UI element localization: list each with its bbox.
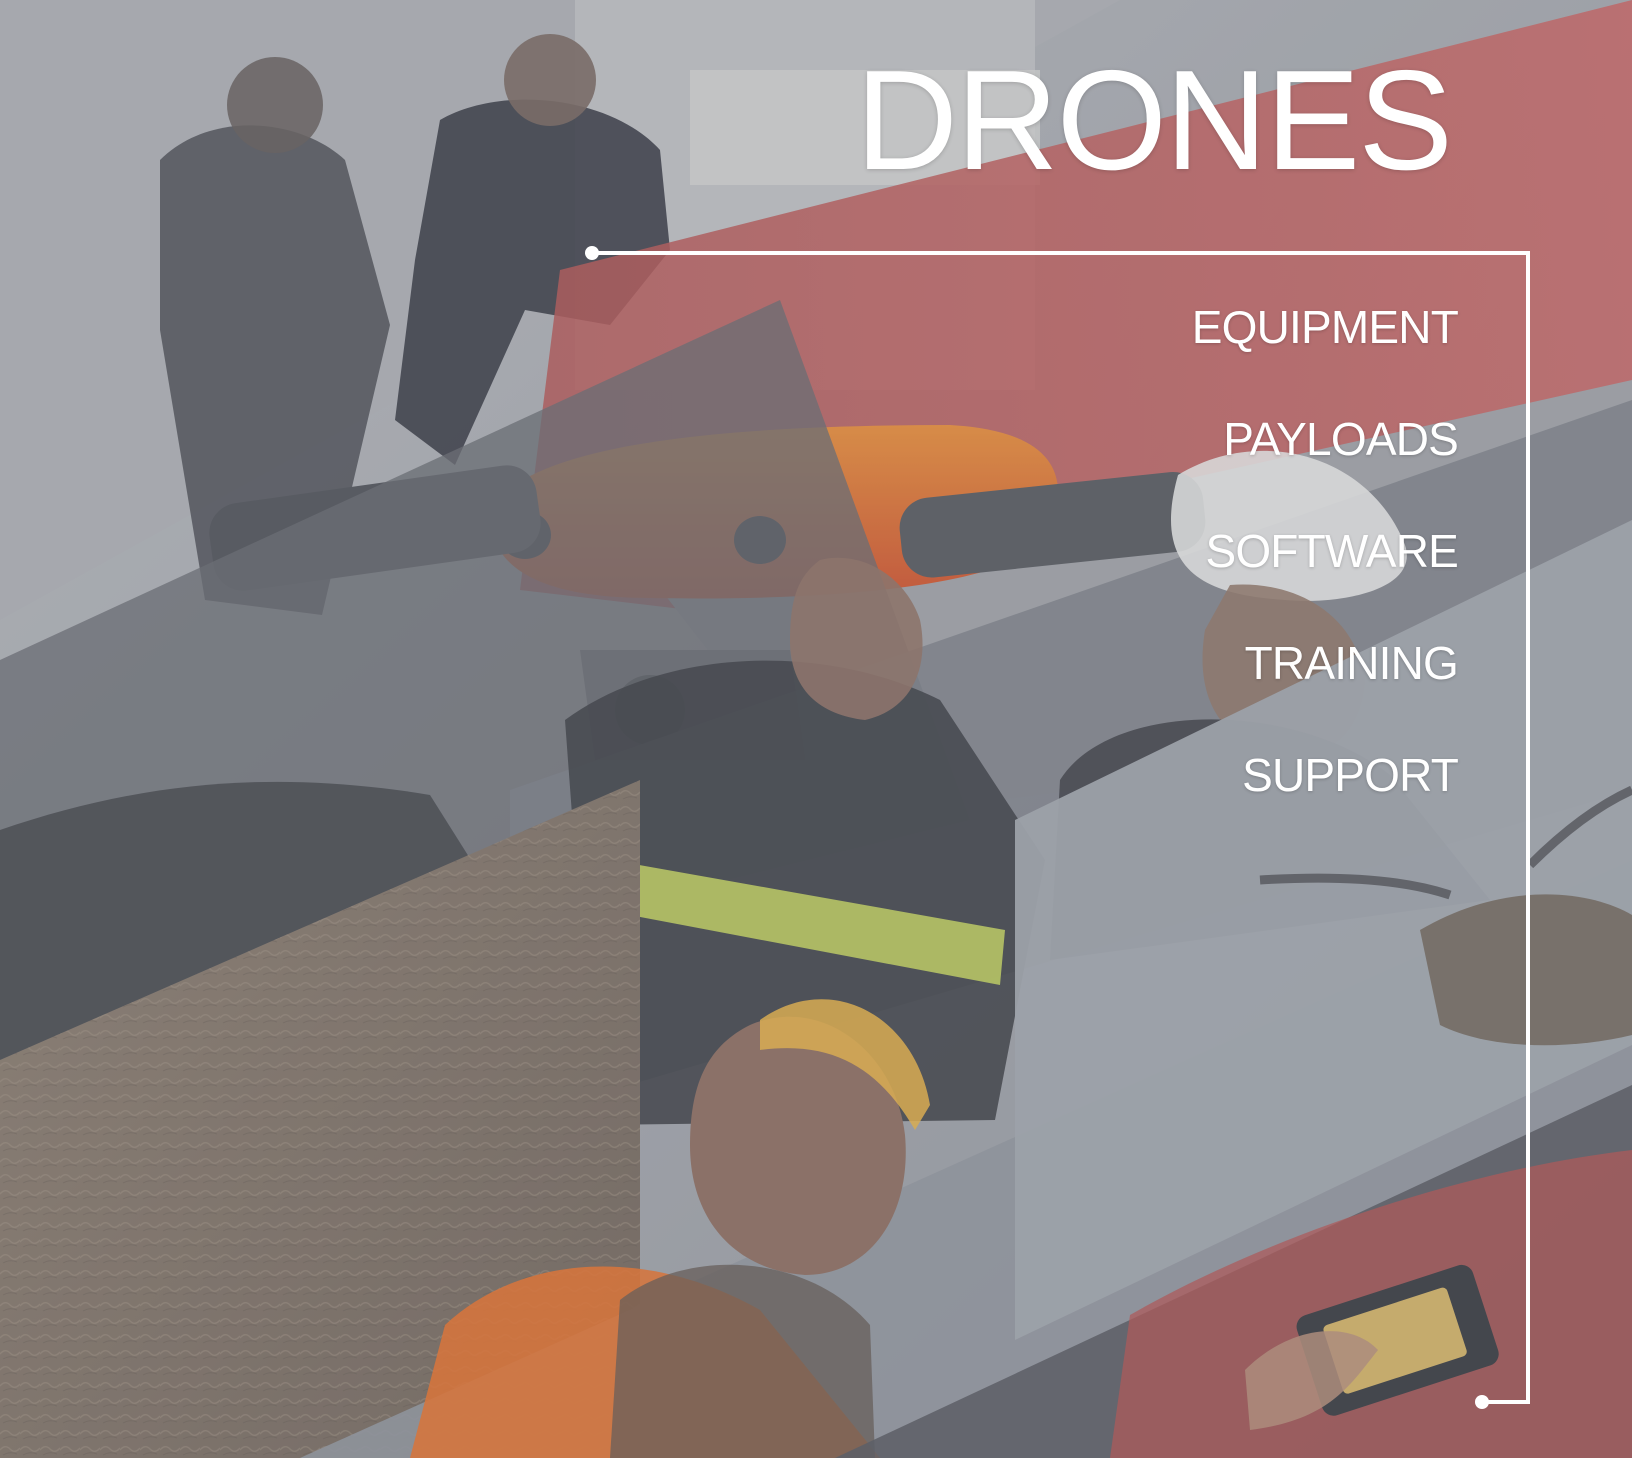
menu-item-support[interactable]: SUPPORT <box>1242 737 1459 849</box>
menu-item-equipment[interactable]: EQUIPMENT <box>1192 289 1459 401</box>
menu-item-payloads[interactable]: PAYLOADS <box>1223 401 1459 513</box>
section-menu: EQUIPMENT PAYLOADS SOFTWARE TRAINING SUP… <box>1192 289 1459 849</box>
menu-item-software[interactable]: SOFTWARE <box>1205 513 1458 625</box>
drones-hero: DRONES EQUIPMENT PAYLOADS SOFTWARE TRAIN… <box>0 0 1632 1458</box>
menu-item-training[interactable]: TRAINING <box>1245 625 1459 737</box>
page-title: DRONES <box>855 41 1453 200</box>
